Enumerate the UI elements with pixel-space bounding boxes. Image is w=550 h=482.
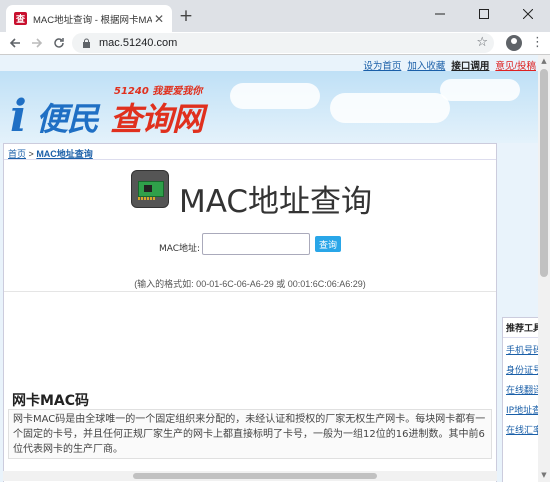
sidebar-link-translate[interactable]: 在线翻译 bbox=[503, 378, 541, 398]
menu-icon[interactable]: ⋮ bbox=[531, 35, 544, 51]
vertical-scroll-thumb[interactable] bbox=[540, 69, 548, 277]
forward-icon[interactable] bbox=[28, 34, 46, 52]
page-title: MAC地址查询 bbox=[179, 184, 373, 220]
mac-address-label: MAC地址: bbox=[159, 244, 201, 254]
breadcrumb-home-link[interactable]: 首页 bbox=[8, 149, 26, 159]
section-title: 网卡MAC码 bbox=[12, 393, 90, 409]
breadcrumb-separator: > bbox=[28, 149, 34, 159]
horizontal-scrollbar[interactable] bbox=[3, 471, 497, 481]
query-button[interactable]: 查询 bbox=[315, 236, 341, 252]
address-bar[interactable]: mac.51240.com ☆ bbox=[72, 33, 494, 53]
sidebar-link-idcard[interactable]: 身份证号 bbox=[503, 358, 541, 378]
reload-icon[interactable] bbox=[50, 34, 68, 52]
page-viewport: 设为首页 加入收藏 接口调用 意见/投稿 i 便民 查询网 51240 我要爱我… bbox=[0, 54, 550, 482]
lock-icon bbox=[83, 38, 90, 48]
network-card-icon bbox=[131, 170, 169, 208]
tab-title: MAC地址查询 - 根据网卡MAC地 bbox=[33, 14, 152, 26]
horizontal-scroll-thumb[interactable] bbox=[133, 473, 377, 479]
breadcrumb: 首页 > MAC地址查询 bbox=[4, 144, 496, 160]
cloud-decoration bbox=[330, 93, 450, 123]
sidebar-link-phone[interactable]: 手机号码 bbox=[503, 338, 541, 358]
logo-name-blue[interactable]: 便民 bbox=[36, 94, 99, 140]
maximize-icon[interactable] bbox=[462, 0, 506, 28]
sidebar-link-exchange[interactable]: 在线汇率 bbox=[503, 418, 541, 438]
logo-letter: i bbox=[10, 91, 27, 142]
section-description: 网卡MAC码是由全球唯一的一个固定组织来分配的，未经认证和授权的厂家无权生产网卡… bbox=[8, 409, 492, 459]
browser-toolbar: mac.51240.com ☆ ⋮ bbox=[0, 32, 550, 54]
url-text: mac.51240.com bbox=[99, 37, 178, 49]
account-icon[interactable] bbox=[506, 35, 522, 51]
minimize-icon[interactable] bbox=[418, 0, 462, 28]
site-banner: i 便民 查询网 51240 我要爱我你 bbox=[0, 71, 538, 143]
cloud-decoration bbox=[440, 79, 520, 101]
top-links: 设为首页 加入收藏 接口调用 意见/投稿 bbox=[363, 58, 536, 72]
set-homepage-link[interactable]: 设为首页 bbox=[363, 58, 401, 72]
tab-bar: 查 MAC地址查询 - 根据网卡MAC地 ✕ + bbox=[0, 0, 550, 32]
close-window-icon[interactable] bbox=[506, 0, 550, 28]
cloud-decoration bbox=[230, 83, 320, 109]
format-hint: (输入的格式如: 00-01-6C-06-A6-29 或 00:01:6C:06… bbox=[134, 279, 366, 289]
api-link[interactable]: 接口调用 bbox=[451, 58, 489, 72]
feedback-link[interactable]: 意见/投稿 bbox=[495, 58, 536, 72]
new-tab-icon[interactable]: + bbox=[178, 8, 194, 25]
add-favorite-link[interactable]: 加入收藏 bbox=[407, 58, 445, 72]
sidebar-tools: 推荐工具 手机号码 身份证号 在线翻译 IP地址查 在线汇率 bbox=[502, 317, 542, 482]
vertical-scrollbar[interactable]: ▲ ▼ bbox=[538, 55, 550, 482]
breadcrumb-current-link[interactable]: MAC地址查询 bbox=[36, 149, 93, 159]
bookmark-star-icon[interactable]: ☆ bbox=[476, 35, 488, 50]
back-icon[interactable] bbox=[6, 34, 24, 52]
main-panel: 首页 > MAC地址查询 MAC地址查询 MAC地址: 查询 (输入的格式如: … bbox=[3, 143, 497, 482]
scroll-up-icon[interactable]: ▲ bbox=[540, 57, 548, 65]
sidebar-link-ip[interactable]: IP地址查 bbox=[503, 398, 541, 418]
scroll-down-icon[interactable]: ▼ bbox=[540, 471, 548, 479]
sidebar-title: 推荐工具 bbox=[503, 318, 541, 338]
mac-address-input[interactable] bbox=[202, 233, 310, 255]
site-favicon-icon: 查 bbox=[14, 12, 27, 25]
logo-name-red[interactable]: 查询网 bbox=[110, 94, 204, 140]
tab-close-icon[interactable]: ✕ bbox=[152, 12, 166, 26]
browser-tab[interactable]: 查 MAC地址查询 - 根据网卡MAC地 ✕ bbox=[6, 5, 172, 32]
logo-slogan: 51240 我要爱我你 bbox=[114, 86, 203, 97]
divider bbox=[4, 291, 496, 292]
